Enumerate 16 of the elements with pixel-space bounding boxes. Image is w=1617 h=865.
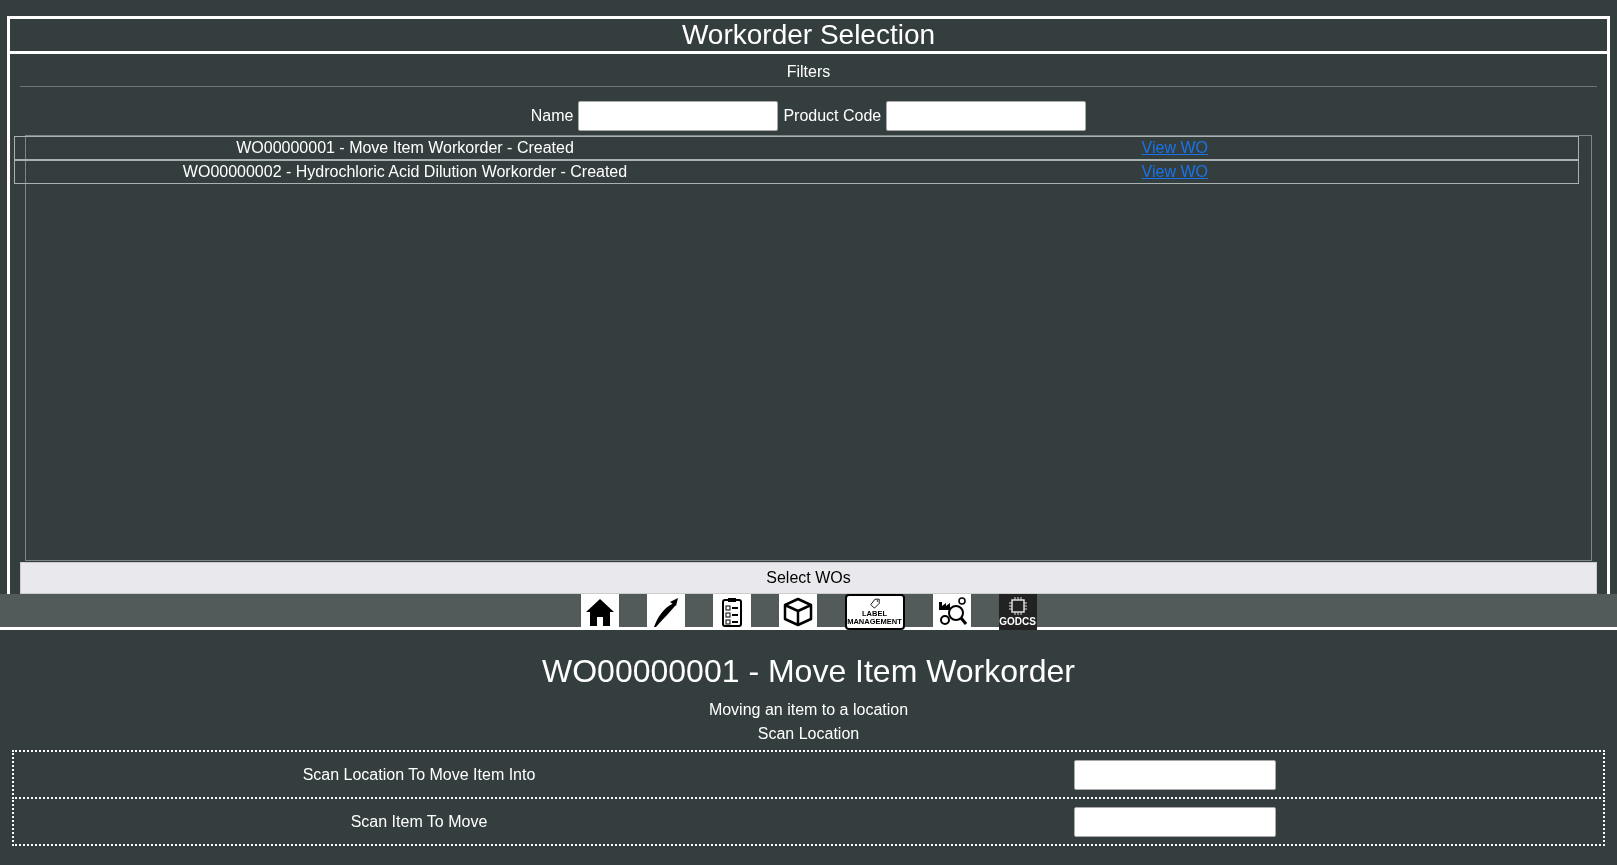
filter-label: Product Code <box>783 106 882 126</box>
select-button[interactable]: Select WOs <box>20 562 1597 594</box>
chip-button[interactable]: GODCS <box>998 594 1037 630</box>
panel-title: Workorder Selection <box>10 19 1607 54</box>
field-label: Scan Location To Move Item Into <box>301 764 537 785</box>
icon-label: GODCS <box>999 617 1036 627</box>
field-label: Scan Item To Move <box>349 811 489 832</box>
filters-heading: Filters <box>20 54 1597 87</box>
workorder-row[interactable]: WO00000001 - Move Item Workorder - Created View WO <box>14 136 1579 160</box>
workorder-text: WO00000001 - Move Item Workorder - Created <box>235 138 575 158</box>
workorder-title: WO00000001 - Move Item Workorder <box>541 652 1076 691</box>
workorder-description: Moving an item to a location <box>707 700 910 721</box>
workorder-row[interactable]: WO00000002 - Hydrochloric Acid Dilution Workorder - Created View WO <box>14 160 1579 184</box>
workorder-text: WO00000002 - Hydrochloric Acid Dilution Workorder - Created <box>181 162 629 182</box>
filter-label: Name <box>530 106 574 126</box>
step-label: Scan Location <box>756 724 861 745</box>
